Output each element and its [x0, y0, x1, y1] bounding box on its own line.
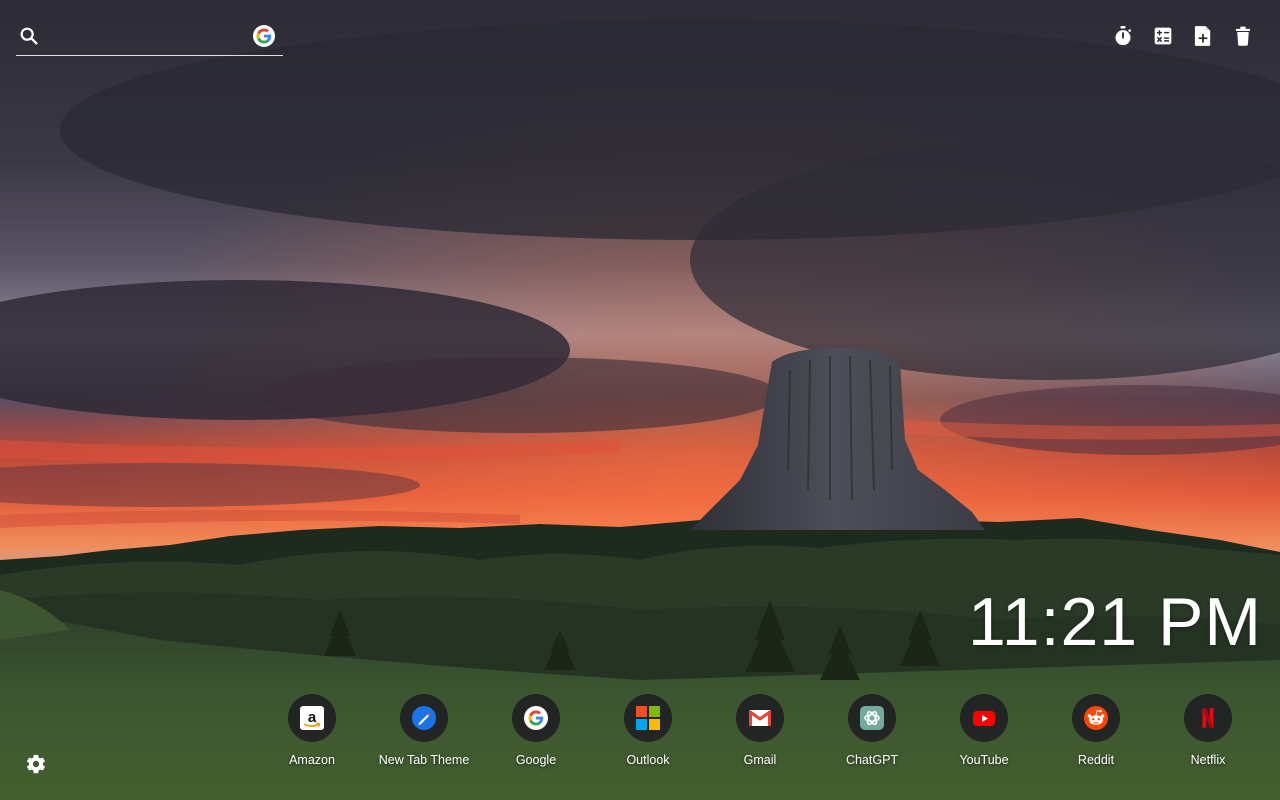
calculator-icon[interactable] — [1152, 24, 1174, 48]
outlook-icon[interactable] — [624, 694, 672, 742]
new-tab-theme-icon[interactable] — [400, 694, 448, 742]
google-icon[interactable] — [253, 25, 275, 47]
shortcut-new-tab-theme[interactable]: New Tab Theme — [368, 694, 480, 767]
shortcut-label: Outlook — [626, 753, 670, 767]
gear-icon[interactable] — [25, 753, 47, 775]
stopwatch-icon[interactable] — [1112, 24, 1134, 48]
shortcut-reddit[interactable]: Reddit — [1040, 694, 1152, 767]
note-add-icon[interactable] — [1192, 24, 1214, 48]
shortcut-label: ChatGPT — [845, 753, 899, 767]
google-icon[interactable] — [512, 694, 560, 742]
shortcut-label: Netflix — [1190, 753, 1226, 767]
clock: 11:21 PM — [967, 584, 1262, 660]
amazon-icon[interactable]: a — [288, 694, 336, 742]
shortcut-label: New Tab Theme — [378, 753, 470, 767]
shortcut-label: YouTube — [959, 753, 1009, 767]
gmail-icon[interactable] — [736, 694, 784, 742]
search-icon[interactable] — [18, 25, 40, 47]
background-wallpaper — [0, 0, 1280, 800]
shortcut-youtube[interactable]: YouTube — [928, 694, 1040, 767]
shortcut-amazon[interactable]: a Amazon — [256, 694, 368, 767]
search-bar — [16, 18, 283, 56]
youtube-icon[interactable] — [960, 694, 1008, 742]
trash-icon[interactable] — [1232, 24, 1254, 48]
shortcut-chatgpt[interactable]: ChatGPT — [816, 694, 928, 767]
shortcut-label: Amazon — [289, 753, 335, 767]
shortcut-netflix[interactable]: Netflix — [1152, 694, 1264, 767]
shortcut-outlook[interactable]: Outlook — [592, 694, 704, 767]
shortcut-label: Google — [515, 753, 557, 767]
shortcut-label: Reddit — [1077, 753, 1115, 767]
shortcut-google[interactable]: Google — [480, 694, 592, 767]
search-input[interactable] — [48, 24, 252, 50]
svg-text:a: a — [308, 709, 317, 726]
reddit-icon[interactable] — [1072, 694, 1120, 742]
shortcut-label: Gmail — [743, 753, 777, 767]
shortcut-bar: a Amazon New Tab Theme Google Outlook Gm… — [256, 694, 1264, 767]
shortcut-gmail[interactable]: Gmail — [704, 694, 816, 767]
toolbar — [1112, 24, 1254, 48]
netflix-icon[interactable] — [1184, 694, 1232, 742]
chatgpt-icon[interactable] — [848, 694, 896, 742]
